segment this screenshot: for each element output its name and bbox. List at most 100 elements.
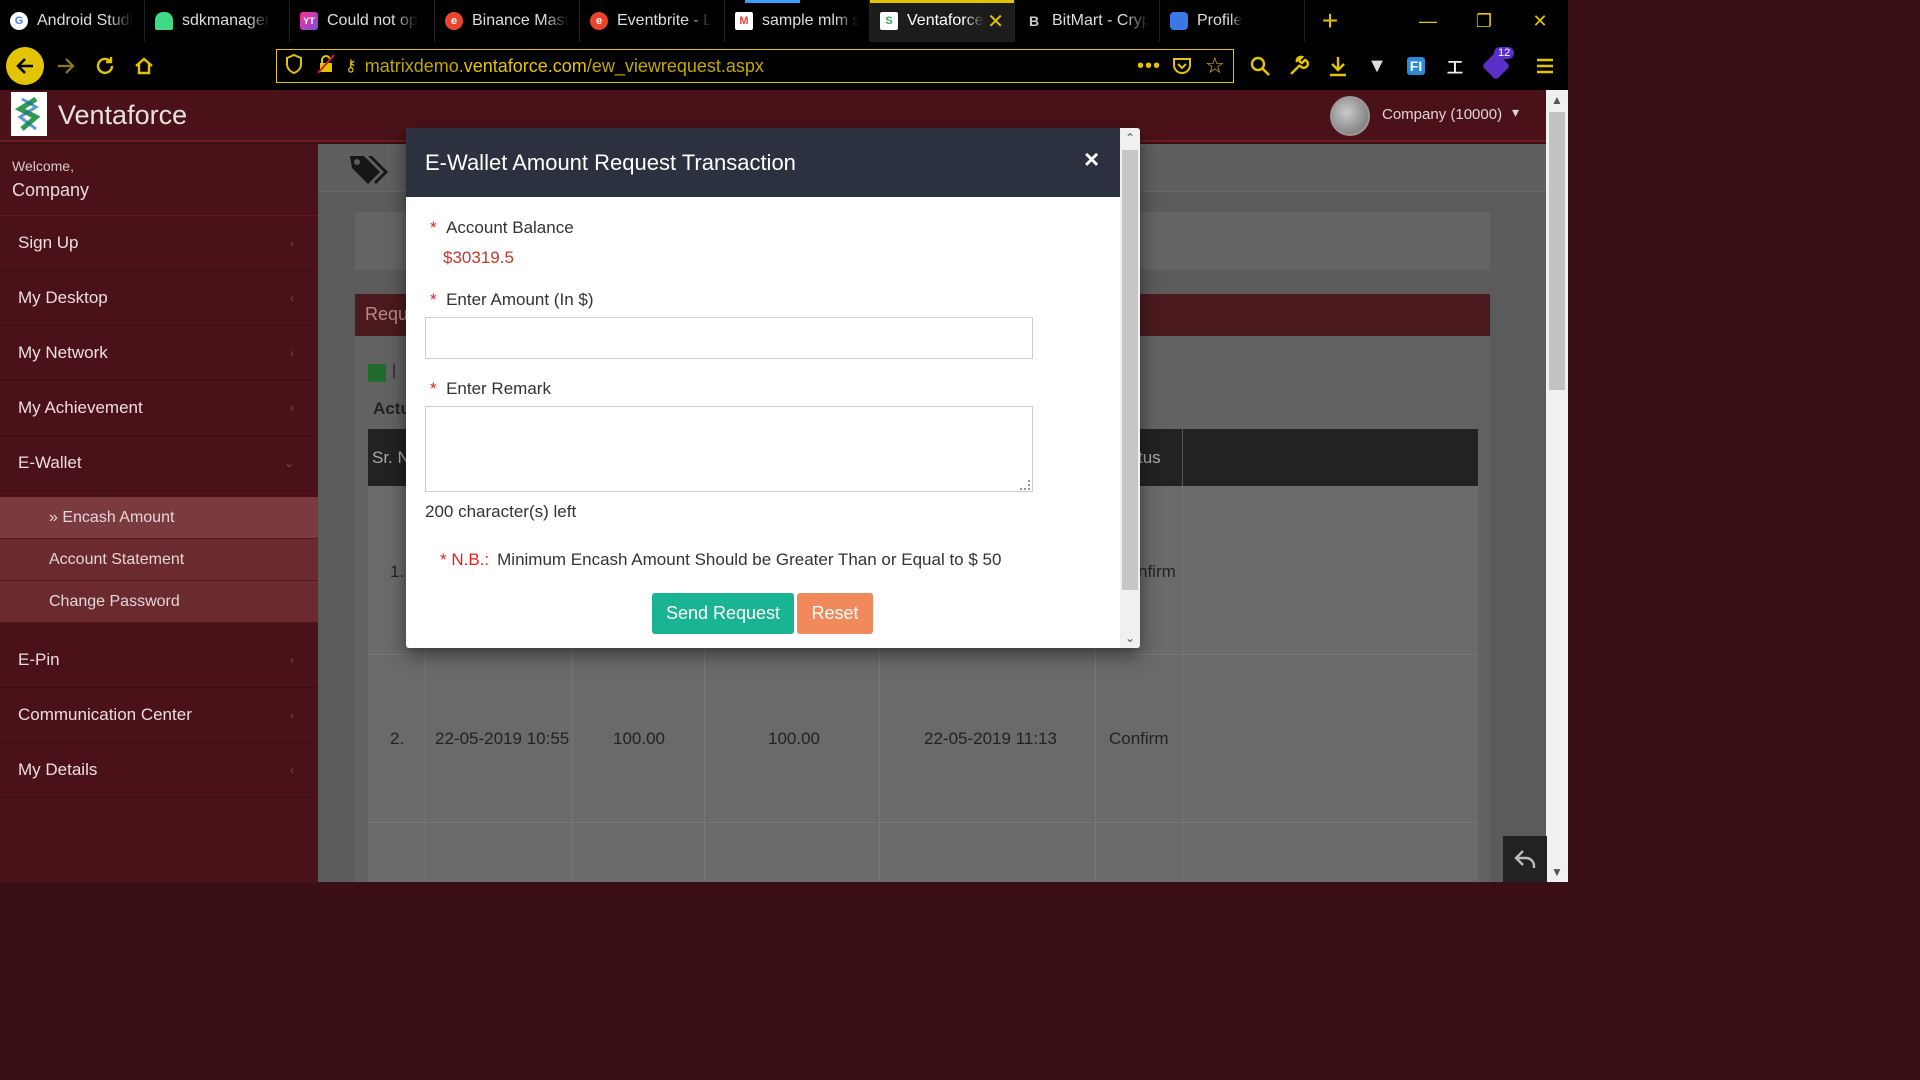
key-icon[interactable]: ⚷ bbox=[345, 56, 357, 76]
wrench-icon bbox=[1290, 55, 1310, 75]
tab-bitmart[interactable]: B BitMart - Cryp bbox=[1015, 0, 1160, 42]
scroll-up-icon[interactable]: ▲ bbox=[1546, 90, 1568, 110]
chevron-left-icon: ‹ bbox=[290, 236, 294, 250]
row-divider bbox=[368, 822, 1478, 823]
encash-note: * N.B.: Minimum Encash Amount Should be G… bbox=[440, 550, 1001, 570]
bookmark-star-icon[interactable]: ☆ bbox=[1205, 53, 1225, 79]
pocket-icon[interactable] bbox=[1171, 55, 1193, 82]
sidebar-item-sign-up[interactable]: Sign Up ‹ bbox=[0, 216, 318, 271]
page-scrollbar[interactable]: ▲ ▼ bbox=[1546, 90, 1568, 882]
resize-handle-icon[interactable] bbox=[1020, 480, 1030, 490]
reset-button[interactable]: Reset bbox=[797, 593, 873, 634]
arrow-right-icon bbox=[58, 58, 75, 74]
tab-could-not-open[interactable]: YT Could not op bbox=[290, 0, 435, 42]
account-balance-label: * Account Balance bbox=[430, 218, 574, 237]
back-to-top-button[interactable] bbox=[1503, 836, 1547, 882]
sidebar-item-my-desktop[interactable]: My Desktop ‹ bbox=[0, 271, 318, 326]
restore-icon[interactable]: ❐ bbox=[1456, 0, 1512, 42]
close-icon[interactable]: × bbox=[1084, 144, 1099, 175]
home-button[interactable] bbox=[130, 52, 158, 80]
tab-ventaforce[interactable]: S Ventaforce ✕ bbox=[870, 0, 1015, 42]
chevron-left-icon: ‹ bbox=[290, 653, 294, 667]
sidebar-item-my-network[interactable]: My Network ‹ bbox=[0, 326, 318, 381]
submenu-account-statement[interactable]: Account Statement bbox=[0, 539, 318, 581]
row-2-date: 22-05-2019 10:55 bbox=[435, 729, 570, 748]
excel-export-icon[interactable] bbox=[368, 364, 386, 382]
tab-profile[interactable]: Profile bbox=[1160, 0, 1305, 42]
scroll-down-icon[interactable]: ⌄ bbox=[1120, 628, 1140, 648]
close-tab-icon[interactable]: ✕ bbox=[987, 9, 1004, 34]
back-button[interactable] bbox=[6, 47, 44, 85]
scrollbar-thumb[interactable] bbox=[1122, 150, 1138, 590]
search-button[interactable] bbox=[1246, 52, 1274, 80]
edge-e-icon: e bbox=[445, 12, 463, 30]
column-status: tus bbox=[1138, 448, 1161, 467]
vivaldi-extension-icon[interactable]: ▼ bbox=[1363, 52, 1391, 80]
browser-tab-strip: G Android Studi sdkmanager YT Could not … bbox=[0, 0, 1568, 42]
row-2-net: 100.00 bbox=[768, 729, 820, 748]
tab-sample-mlm[interactable]: M sample mlm s bbox=[725, 0, 870, 42]
modal-scrollbar[interactable]: ⌃ ⌄ bbox=[1120, 128, 1140, 648]
row-2-sr: 2. bbox=[390, 729, 405, 748]
chevron-left-icon: ‹ bbox=[290, 401, 294, 415]
welcome-name: Company bbox=[12, 180, 90, 200]
row-2-status: Confirm bbox=[1109, 729, 1169, 748]
caret-down-icon[interactable]: ▾ bbox=[1512, 104, 1519, 121]
address-bar[interactable]: ⚷ matrixdemo. ventaforce.com/ew_viewreque… bbox=[276, 49, 1234, 83]
scroll-down-icon[interactable]: ▼ bbox=[1546, 862, 1568, 882]
tab-sdkmanager[interactable]: sdkmanager bbox=[145, 0, 290, 42]
new-tab-button[interactable]: + bbox=[1309, 0, 1351, 42]
android-icon bbox=[155, 12, 173, 30]
minimize-icon[interactable]: — bbox=[1400, 0, 1456, 42]
chevron-left-icon: ‹ bbox=[290, 708, 294, 722]
translate-extension-icon[interactable]: 工 bbox=[1441, 52, 1469, 80]
remark-textarea[interactable] bbox=[425, 406, 1033, 492]
insecure-lock-icon[interactable] bbox=[317, 53, 335, 79]
sidebar-item-e-wallet[interactable]: E-Wallet ⌄ bbox=[0, 436, 318, 491]
tab-android-studio[interactable]: G Android Studi bbox=[0, 0, 145, 42]
tags-icon bbox=[348, 152, 390, 197]
tools-button[interactable] bbox=[1285, 52, 1313, 80]
send-request-button[interactable]: Send Request bbox=[652, 593, 794, 634]
menu-button[interactable] bbox=[1531, 52, 1559, 80]
modal-header: E-Wallet Amount Request Transaction × bbox=[406, 128, 1140, 197]
bitmart-icon: B bbox=[1025, 12, 1043, 30]
shield-icon[interactable] bbox=[285, 53, 303, 79]
profile-shield-icon bbox=[1170, 12, 1188, 30]
url-path: /ew_viewrequest.aspx bbox=[586, 55, 764, 76]
avatar[interactable] bbox=[1330, 96, 1370, 136]
close-window-icon[interactable]: ✕ bbox=[1512, 0, 1568, 42]
tab-eventbrite[interactable]: e Eventbrite - L bbox=[580, 0, 725, 42]
sidebar-item-my-details[interactable]: My Details ‹ bbox=[0, 743, 318, 798]
chevron-left-icon: ‹ bbox=[290, 763, 294, 777]
forward-button[interactable] bbox=[52, 52, 80, 80]
account-balance-value: $30319.5 bbox=[443, 248, 514, 267]
browser-toolbar: ⚷ matrixdemo. ventaforce.com/ew_viewreque… bbox=[0, 42, 1568, 90]
sidebar-item-e-pin[interactable]: E-Pin ‹ bbox=[0, 633, 318, 688]
reload-button[interactable] bbox=[91, 52, 119, 80]
submenu-encash-amount[interactable]: » Encash Amount bbox=[0, 497, 318, 539]
gmail-icon: M bbox=[735, 12, 753, 30]
required-marker: * bbox=[430, 290, 437, 309]
sidebar-item-my-achievement[interactable]: My Achievement ‹ bbox=[0, 381, 318, 436]
row-2-date-confirmed: 22-05-2019 11:13 bbox=[924, 729, 1057, 748]
note-label: * N.B.: bbox=[440, 550, 490, 569]
ventaforce-logo[interactable] bbox=[11, 92, 47, 136]
welcome-label: Welcome, bbox=[12, 158, 74, 174]
scroll-up-icon[interactable]: ⌃ bbox=[1120, 128, 1140, 148]
sidebar-item-communication-center[interactable]: Communication Center ‹ bbox=[0, 688, 318, 743]
amount-input[interactable] bbox=[425, 317, 1033, 359]
reload-icon bbox=[96, 57, 114, 75]
tab-binance[interactable]: e Binance Mast bbox=[435, 0, 580, 42]
more-actions-icon[interactable]: ••• bbox=[1137, 55, 1161, 78]
scrollbar-thumb[interactable] bbox=[1549, 112, 1565, 390]
welcome-block: Welcome, Company bbox=[0, 144, 318, 216]
downloads-button[interactable] bbox=[1324, 52, 1352, 80]
submenu-change-password[interactable]: Change Password bbox=[0, 581, 318, 623]
url-domain: ventaforce.com bbox=[463, 55, 587, 76]
fi-extension-icon[interactable]: FI bbox=[1402, 52, 1430, 80]
amount-label: * Enter Amount (In $) bbox=[430, 290, 594, 309]
eventbrite-icon: e bbox=[590, 12, 608, 30]
user-menu-label[interactable]: Company (10000) bbox=[1382, 106, 1502, 123]
